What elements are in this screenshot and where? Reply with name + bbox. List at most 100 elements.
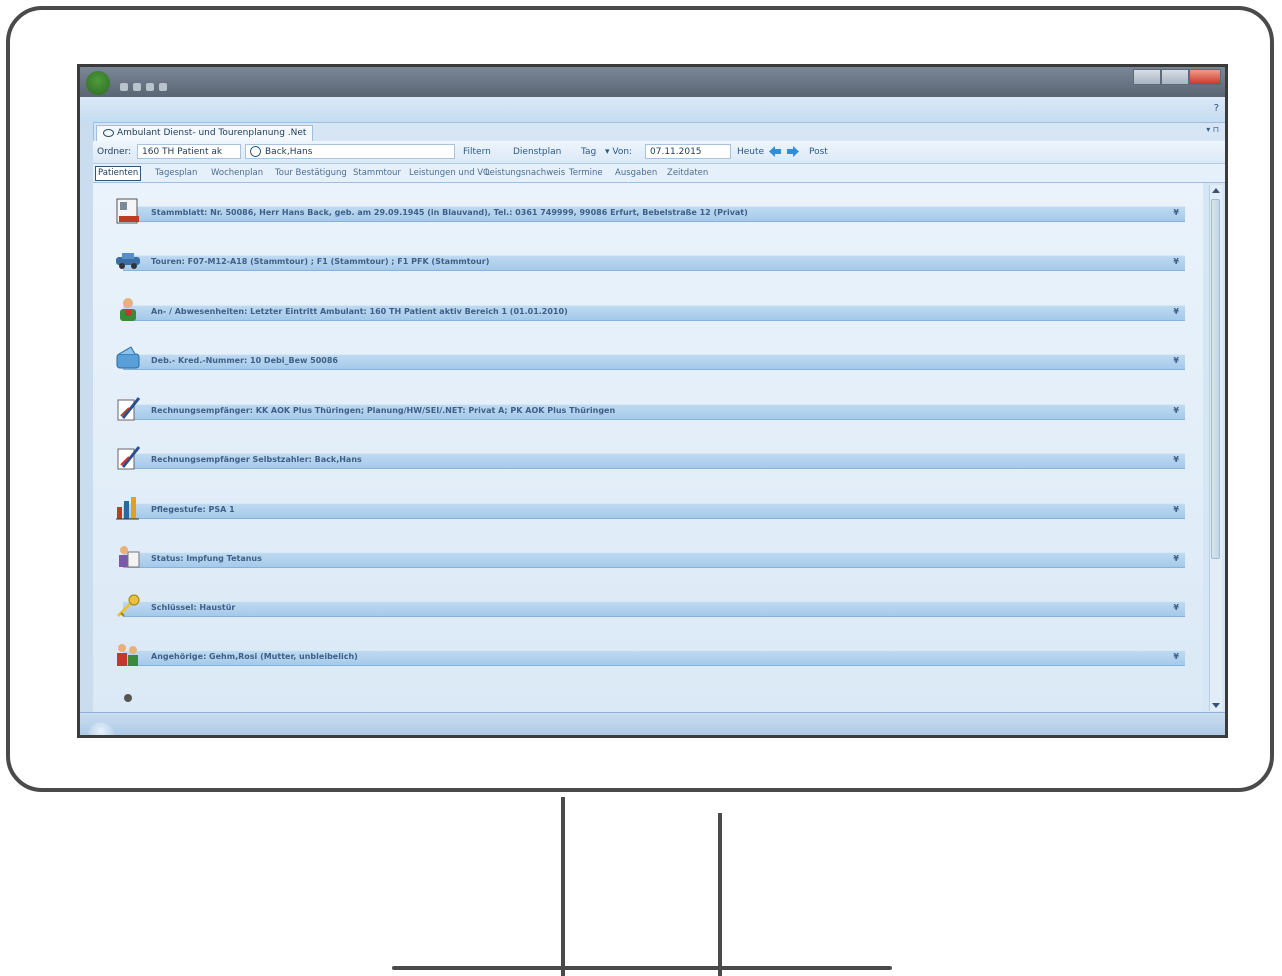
scroll-up-icon[interactable]: [1212, 188, 1220, 193]
wallet-icon: [113, 344, 143, 374]
ribbon: ?: [80, 97, 1225, 123]
filter-button[interactable]: Filtern: [463, 141, 491, 163]
person-icon: [113, 689, 143, 703]
quick-access-icon[interactable]: [146, 83, 154, 91]
section-label: An- / Abwesenheiten: Letzter Eintritt Am…: [151, 307, 568, 316]
tab-pin-icon[interactable]: ▾ ⊓: [1206, 125, 1219, 134]
tab-patienten[interactable]: Patienten: [95, 166, 142, 181]
info-section[interactable]: Pflegestufe: PSA 1 ¥: [113, 489, 1185, 535]
section-label: Rechnungsempfänger: KK AOK Plus Thüringe…: [151, 406, 616, 415]
section-header-bar[interactable]: [123, 503, 1185, 519]
info-section[interactable]: Touren: F07-M12-A18 (Stammtour) ; F1 (St…: [113, 241, 1185, 287]
section-label: Rechnungsempfänger Selbstzahler: Back,Ha…: [151, 455, 362, 464]
eye-icon: [103, 128, 114, 137]
tab-ausgaben[interactable]: Ausgaben: [615, 164, 657, 182]
tab-tagesplan[interactable]: Tagesplan: [155, 164, 197, 182]
pen-icon: [113, 443, 143, 473]
monitor-stand-base: [392, 966, 892, 970]
expand-icon[interactable]: ¥: [1173, 206, 1179, 220]
ordner-value: 160 TH Patient ak: [142, 147, 223, 157]
ordner-select[interactable]: 160 TH Patient ak: [137, 144, 241, 159]
previous-arrow-icon[interactable]: [769, 146, 781, 157]
expand-icon[interactable]: ¥: [1173, 503, 1179, 517]
quick-access-icon[interactable]: [120, 83, 128, 91]
scroll-down-icon[interactable]: [1212, 703, 1220, 708]
expand-icon[interactable]: ¥: [1173, 650, 1179, 664]
heute-button[interactable]: Heute: [737, 141, 764, 163]
expand-icon[interactable]: ¥: [1173, 552, 1179, 566]
tree-logo-icon[interactable]: [86, 71, 110, 95]
side-panel-rail[interactable]: [80, 122, 94, 713]
car-icon: [113, 245, 143, 275]
post-button[interactable]: Post: [809, 141, 828, 163]
toolbar: Ordner: 160 TH Patient ak Back,Hans Filt…: [93, 141, 1225, 164]
info-section[interactable]: Status: Impfung Tetanus ¥: [113, 538, 1185, 584]
info-section[interactable]: Schlüssel: Haustür ¥: [113, 587, 1185, 633]
von-label: ▾ Von:: [605, 147, 633, 157]
expand-icon[interactable]: ¥: [1173, 453, 1179, 467]
clipboard-icon: [113, 542, 143, 572]
patient-icon: [250, 146, 261, 157]
section-label: Status: Impfung Tetanus: [151, 554, 262, 563]
tab-zeitdaten[interactable]: Zeitdaten: [667, 164, 708, 182]
info-section[interactable]: Rechnungsempfänger Selbstzahler: Back,Ha…: [113, 439, 1185, 485]
status-bar: [80, 712, 1225, 735]
module-tabs: Patienten Tagesplan Wochenplan Tour Bestäti…: [93, 164, 1225, 183]
patient-value: Back,Hans: [265, 147, 313, 157]
expand-icon[interactable]: ¥: [1173, 354, 1179, 368]
info-section-partial: [113, 685, 1185, 703]
tab-tour-best-tigung[interactable]: Tour Bestätigung: [275, 164, 347, 182]
tag-button[interactable]: Tag: [581, 141, 596, 163]
id-card-icon: [113, 196, 143, 226]
expand-icon[interactable]: ¥: [1173, 305, 1179, 319]
bar-chart-icon: [113, 493, 143, 523]
expand-icon[interactable]: ¥: [1173, 404, 1179, 418]
section-label: Deb.- Kred.-Nummer: 10 Debi_Bew 50086: [151, 356, 338, 365]
date-value: 07.11.2015: [650, 147, 702, 157]
expand-icon[interactable]: ¥: [1173, 601, 1179, 615]
section-label: Stammblatt: Nr. 50086, Herr Hans Back, g…: [151, 208, 748, 217]
document-tab-label: Ambulant Dienst- und Tourenplanung .Net: [117, 128, 307, 138]
person-icon: [113, 295, 143, 325]
section-label: Schlüssel: Haustür: [151, 603, 236, 612]
maximize-button[interactable]: [1161, 69, 1189, 85]
section-label: Pflegestufe: PSA 1: [151, 505, 235, 514]
close-button[interactable]: [1189, 69, 1221, 85]
monitor-stand-right: [718, 813, 722, 976]
tab-leistungen-und-vo[interactable]: Leistungen und VO: [409, 164, 490, 182]
tab-leistungsnachweis[interactable]: Leistungsnachweis: [485, 164, 565, 182]
family-icon: [113, 640, 143, 670]
window-title-bar: [80, 67, 1225, 97]
info-section[interactable]: Rechnungsempfänger: KK AOK Plus Thüringe…: [113, 390, 1185, 436]
minimize-button[interactable]: [1133, 69, 1161, 85]
section-header-bar[interactable]: [123, 552, 1185, 568]
quick-access-toolbar: [120, 76, 210, 91]
help-icon[interactable]: ?: [1214, 103, 1219, 114]
date-picker[interactable]: 07.11.2015: [645, 144, 731, 159]
tab-stammtour[interactable]: Stammtour: [353, 164, 401, 182]
quick-access-icon[interactable]: [159, 83, 167, 91]
scroll-thumb[interactable]: [1211, 199, 1220, 559]
pen-icon: [113, 394, 143, 424]
key-icon: [113, 591, 143, 621]
tab-wochenplan[interactable]: Wochenplan: [211, 164, 263, 182]
section-label: Touren: F07-M12-A18 (Stammtour) ; F1 (St…: [151, 257, 490, 266]
quick-access-icon[interactable]: [133, 83, 141, 91]
info-section[interactable]: Deb.- Kred.-Nummer: 10 Debi_Bew 50086 ¥: [113, 340, 1185, 386]
patient-select[interactable]: Back,Hans: [245, 144, 455, 159]
screen: ? Ambulant Dienst- und Tourenplanung .Ne…: [77, 64, 1228, 738]
vertical-scrollbar[interactable]: [1209, 185, 1222, 711]
next-arrow-icon[interactable]: [787, 146, 799, 157]
expand-icon[interactable]: ¥: [1173, 255, 1179, 269]
patient-detail-panel: Stammblatt: Nr. 50086, Herr Hans Back, g…: [93, 183, 1203, 713]
tab-termine[interactable]: Termine: [569, 164, 603, 182]
section-header-bar[interactable]: [123, 601, 1185, 617]
section-label: Angehörige: Gehm,Rosi (Mutter, unbleibel…: [151, 652, 358, 661]
dienstplan-button[interactable]: Dienstplan: [513, 141, 561, 163]
ordner-label: Ordner:: [97, 147, 132, 157]
document-tab[interactable]: Ambulant Dienst- und Tourenplanung .Net: [96, 125, 314, 141]
info-section[interactable]: Angehörige: Gehm,Rosi (Mutter, unbleibel…: [113, 636, 1185, 682]
info-section[interactable]: Stammblatt: Nr. 50086, Herr Hans Back, g…: [113, 192, 1185, 238]
info-section[interactable]: An- / Abwesenheiten: Letzter Eintritt Am…: [113, 291, 1185, 337]
monitor-stand-left: [561, 797, 565, 976]
